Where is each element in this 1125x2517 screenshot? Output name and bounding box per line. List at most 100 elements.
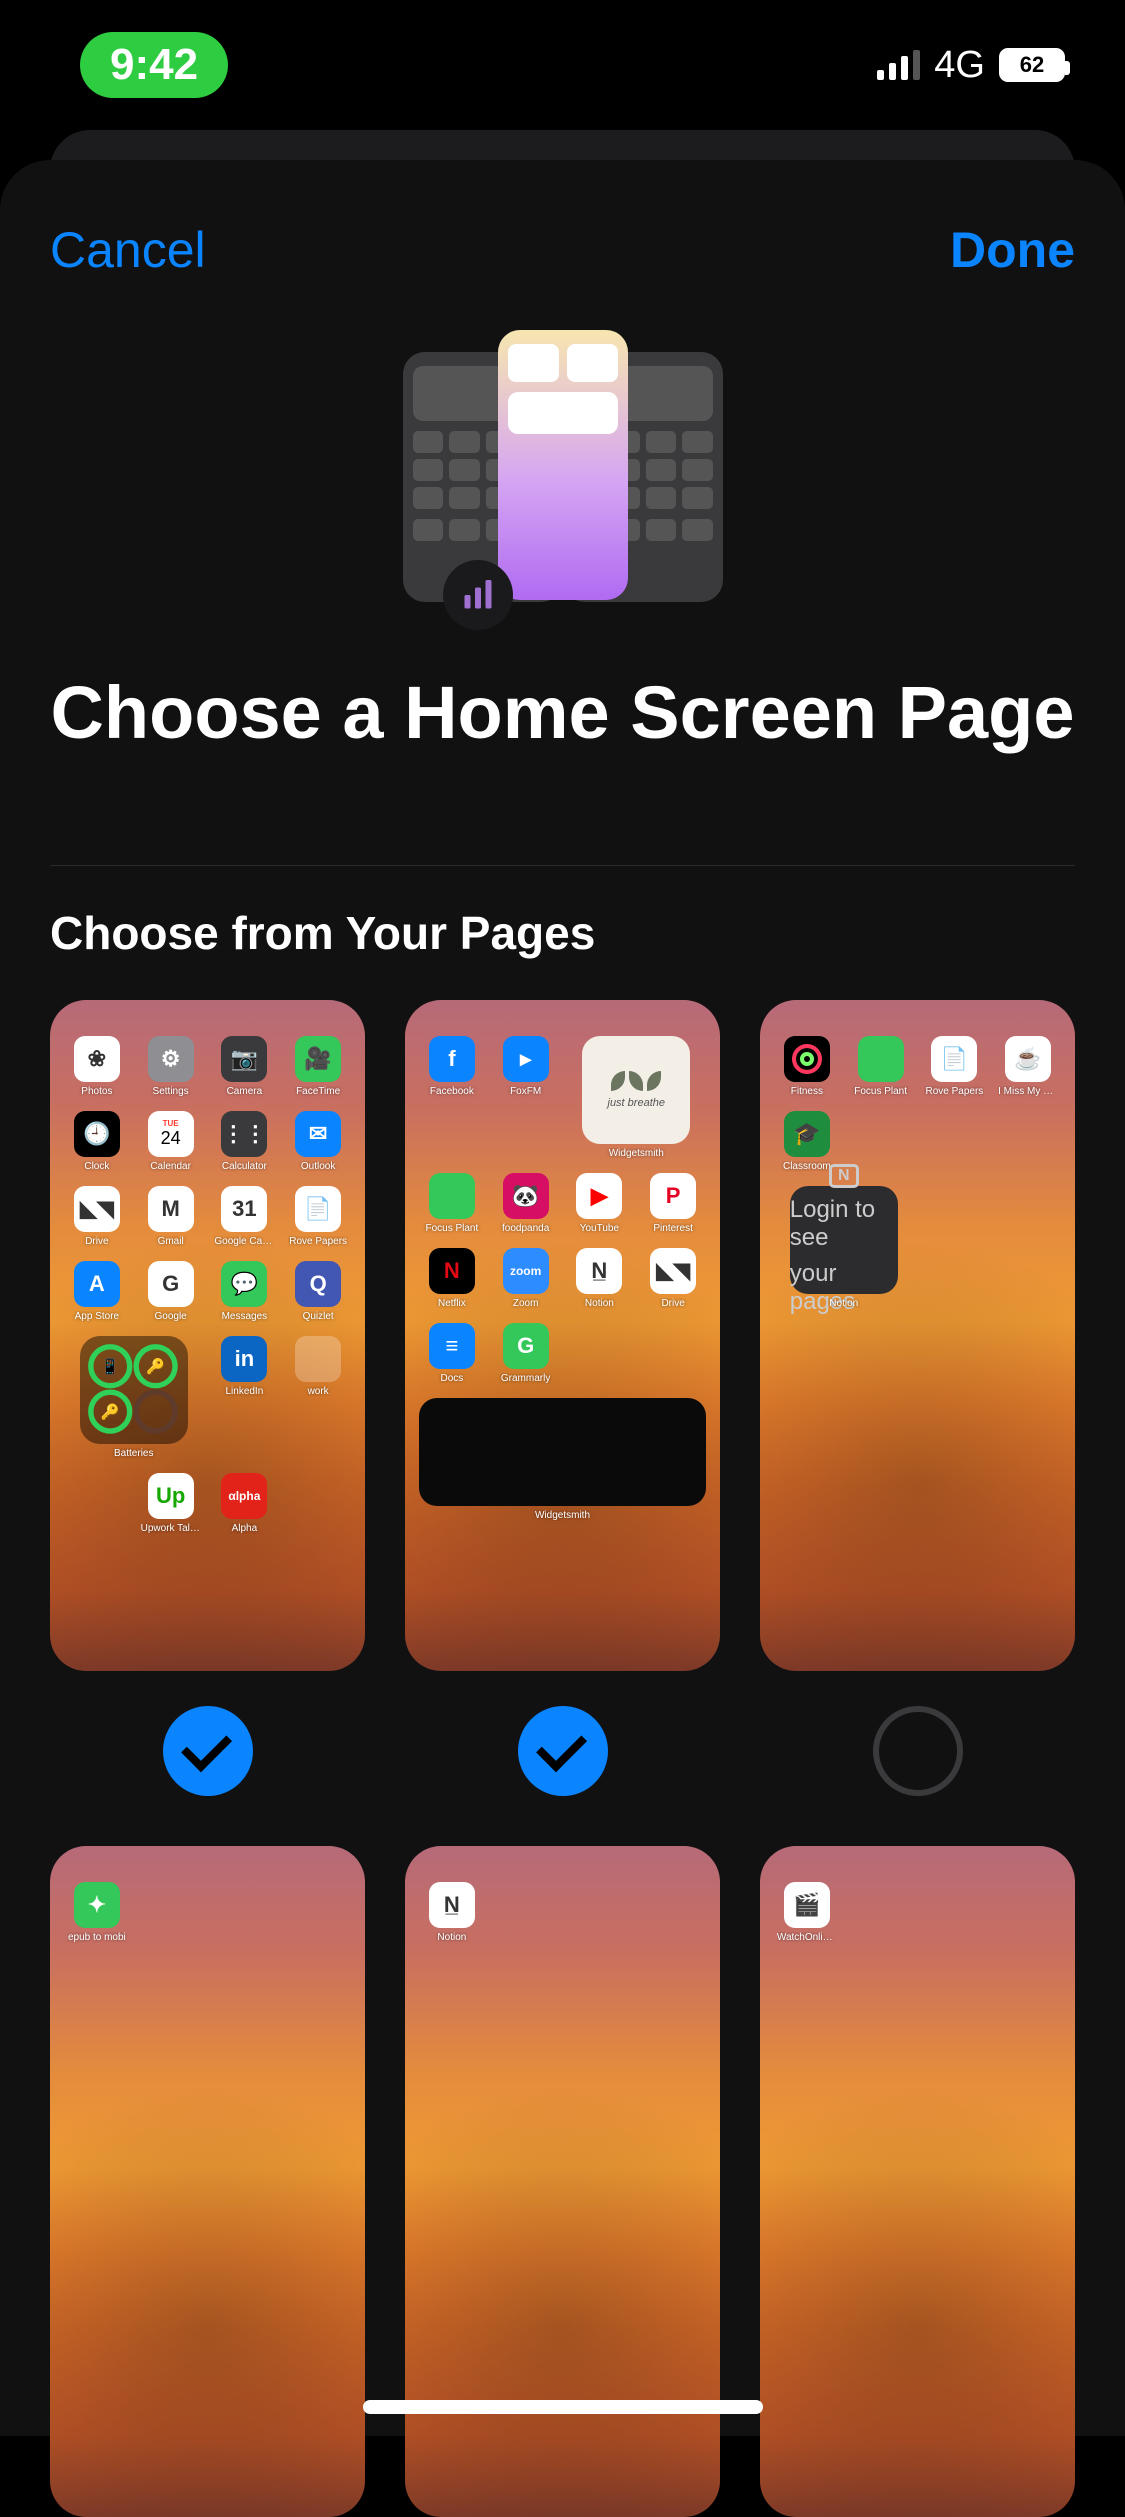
app-icon: MGmail — [138, 1186, 204, 1247]
hero-illustration — [50, 330, 1075, 610]
app-icon: ▸FoxFM — [493, 1036, 559, 1159]
app-label: Docs — [422, 1373, 482, 1384]
app-label: I Miss My Cafe — [998, 1086, 1058, 1097]
app-label: Zoom — [496, 1298, 556, 1309]
app-label: FoxFM — [496, 1086, 556, 1097]
app-label: Drive — [67, 1236, 127, 1247]
app-icon: 🕘Clock — [64, 1111, 130, 1172]
page-thumbnail[interactable]: N̲Notion — [405, 1846, 720, 2517]
app-icon: ⋮⋮Calculator — [212, 1111, 278, 1172]
app-label: epub to mobi — [67, 1932, 127, 1943]
app-label: Messages — [214, 1311, 274, 1322]
cellular-signal-icon — [877, 50, 920, 80]
app-label: Settings — [141, 1086, 201, 1097]
done-button[interactable]: Done — [950, 221, 1075, 279]
app-label: Camera — [214, 1086, 274, 1097]
app-label: Notion — [569, 1298, 629, 1309]
app-icon: 📱🔑🔑Batteries — [64, 1336, 204, 1459]
app-icon: 📷Camera — [212, 1036, 278, 1097]
cancel-button[interactable]: Cancel — [50, 221, 206, 279]
app-icon: NNetflix — [419, 1248, 485, 1309]
battery-icon: 62 — [999, 48, 1065, 82]
app-label: Fitness — [777, 1086, 837, 1097]
app-icon: 📄Rove Papers — [922, 1036, 988, 1097]
app-label: Rove Papers — [288, 1236, 348, 1247]
app-icon: 🎬WatchOnlineM... — [774, 1882, 840, 1943]
page-thumbnail[interactable]: fFacebook▸FoxFMjust breatheWidgetsmith Fo… — [405, 1000, 720, 1671]
page-thumbnail[interactable]: 🎬WatchOnlineM... — [760, 1846, 1075, 2517]
app-label: Google Calendar — [214, 1236, 274, 1247]
pages-grid: ❀Photos⚙Settings📷Camera🎥FaceTime🕘ClockTU… — [50, 1000, 1075, 2517]
app-label: Pinterest — [643, 1223, 703, 1234]
focus-badge-icon — [443, 560, 513, 630]
app-label: Photos — [67, 1086, 127, 1097]
hero-card-center — [498, 330, 628, 600]
app-icon: zoomZoom — [493, 1248, 559, 1309]
app-icon: 🎓Classroom — [774, 1111, 840, 1172]
app-label: Notion — [814, 1298, 874, 1309]
app-icon: 💬Messages — [212, 1261, 278, 1322]
app-label: Alpha — [214, 1523, 274, 1534]
page-thumbnail[interactable]: ❀Photos⚙Settings📷Camera🎥FaceTime🕘ClockTU… — [50, 1000, 365, 1671]
app-label: Google — [141, 1311, 201, 1322]
app-icon: GGrammarly — [493, 1323, 559, 1384]
app-icon: ✦epub to mobi — [64, 1882, 130, 1943]
app-label: Calculator — [214, 1161, 274, 1172]
app-icon: work — [285, 1336, 351, 1459]
app-icon: ☕I Miss My Cafe — [995, 1036, 1061, 1097]
app-label: YouTube — [569, 1223, 629, 1234]
app-label: Focus Plant — [851, 1086, 911, 1097]
app-label: Gmail — [141, 1236, 201, 1247]
divider — [50, 865, 1075, 866]
page-thumbnail[interactable]: Fitness Focus Plant 📄Rove Papers☕I Miss My… — [760, 1000, 1075, 1671]
app-icon: ◣◥Drive — [64, 1186, 130, 1247]
app-icon: N̲Notion — [419, 1882, 485, 1943]
app-label: Drive — [643, 1298, 703, 1309]
app-icon: 📄Rove Papers — [285, 1186, 351, 1247]
app-label: App Store — [67, 1311, 127, 1322]
section-subtitle: Choose from Your Pages — [50, 906, 1075, 960]
app-label: Netflix — [422, 1298, 482, 1309]
home-indicator[interactable] — [363, 2400, 763, 2414]
app-icon: ✉Outlook — [285, 1111, 351, 1172]
page-thumbnail[interactable]: ✦epub to mobi — [50, 1846, 365, 2517]
status-time[interactable]: 9:42 — [80, 32, 228, 98]
app-label: Rove Papers — [924, 1086, 984, 1097]
app-label: Grammarly — [496, 1373, 556, 1384]
app-label: Notion — [422, 1932, 482, 1943]
network-label: 4G — [934, 44, 985, 87]
app-icon: just breatheWidgetsmith — [567, 1036, 707, 1159]
app-icon: 🐼foodpanda — [493, 1173, 559, 1234]
app-label: Facebook — [422, 1086, 482, 1097]
app-icon: PPinterest — [640, 1173, 706, 1234]
app-icon: QQuizlet — [285, 1261, 351, 1322]
app-label: Classroom — [777, 1161, 837, 1172]
app-label: LinkedIn — [214, 1386, 274, 1397]
app-icon: AApp Store — [64, 1261, 130, 1322]
svg-text:🔑: 🔑 — [146, 1357, 165, 1376]
app-icon: fFacebook — [419, 1036, 485, 1159]
app-icon: ◣◥Drive — [640, 1248, 706, 1309]
app-icon: TUE24Calendar — [138, 1111, 204, 1172]
app-icon: αlphaAlpha — [212, 1473, 278, 1534]
app-label: FaceTime — [288, 1086, 348, 1097]
app-icon: inLinkedIn — [212, 1336, 278, 1459]
app-icon: Focus Plant — [848, 1036, 914, 1097]
app-icon: Fitness — [774, 1036, 840, 1097]
app-label: WatchOnlineM... — [777, 1932, 837, 1943]
app-label: Calendar — [141, 1161, 201, 1172]
app-icon: ⚙Settings — [138, 1036, 204, 1097]
focus-page-picker-sheet: Cancel Done Choose — [0, 160, 1125, 2436]
page-select-toggle[interactable] — [873, 1706, 963, 1796]
battery-percent: 62 — [999, 48, 1065, 82]
page-select-toggle[interactable] — [163, 1706, 253, 1796]
app-label: Widgetsmith — [606, 1148, 666, 1159]
app-icon: 🎥FaceTime — [285, 1036, 351, 1097]
app-label: Widgetsmith — [533, 1510, 593, 1521]
page-title: Choose a Home Screen Page — [50, 670, 1075, 755]
app-label: Clock — [67, 1161, 127, 1172]
page-select-toggle[interactable] — [518, 1706, 608, 1796]
app-icon: ≡Docs — [419, 1323, 485, 1384]
app-icon: ▶YouTube — [567, 1173, 633, 1234]
app-label: work — [288, 1386, 348, 1397]
